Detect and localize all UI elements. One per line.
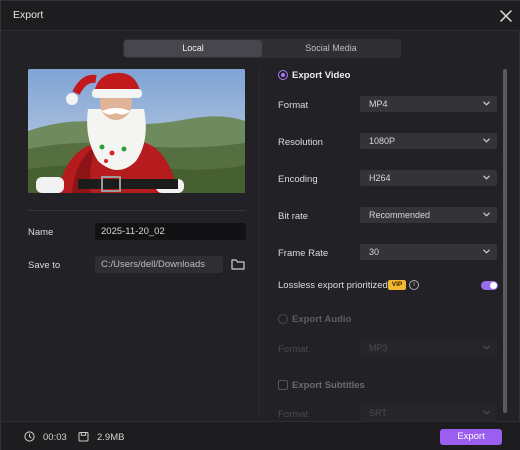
export-subtitles-checkbox[interactable] xyxy=(278,380,288,390)
export-subtitles-title: Export Subtitles xyxy=(292,380,365,391)
save-to-label: Save to xyxy=(28,260,61,271)
scrollbar-thumb[interactable] xyxy=(503,69,507,413)
export-video-title: Export Video xyxy=(292,70,351,81)
audio-format-value: MP3 xyxy=(369,343,388,353)
tab-social-media[interactable]: Social Media xyxy=(262,40,400,57)
subtitles-format-label: Format xyxy=(278,409,309,420)
file-size-icon xyxy=(78,431,89,442)
tab-local[interactable]: Local xyxy=(124,40,262,57)
format-value: MP4 xyxy=(369,99,388,109)
column-divider xyxy=(259,69,260,417)
encoding-select[interactable]: H264 xyxy=(360,170,497,186)
clock-icon xyxy=(24,431,35,442)
frame-rate-select[interactable]: 30 xyxy=(360,244,497,260)
close-icon[interactable] xyxy=(497,7,515,25)
chevron-down-icon xyxy=(483,410,490,415)
save-path-field[interactable]: C:/Users/dell/Downloads xyxy=(95,256,223,273)
export-tabs: Local Social Media xyxy=(123,39,401,58)
frame-rate-label: Frame Rate xyxy=(278,248,329,259)
encoding-label: Encoding xyxy=(278,174,318,185)
format-select[interactable]: MP4 xyxy=(360,96,497,112)
name-label: Name xyxy=(28,227,54,238)
export-audio-radio[interactable] xyxy=(278,314,288,324)
chevron-down-icon xyxy=(483,101,490,106)
chevron-down-icon xyxy=(483,212,490,217)
resolution-label: Resolution xyxy=(278,137,323,148)
title-bar: Export xyxy=(1,1,520,31)
duration-text: 00:03 xyxy=(43,432,67,443)
name-field[interactable]: 2025-11-20_02 xyxy=(95,223,246,240)
divider xyxy=(28,210,246,211)
bit-rate-value: Recommended xyxy=(369,210,431,220)
audio-format-label: Format xyxy=(278,344,309,355)
audio-format-select[interactable]: MP3 xyxy=(360,340,497,356)
footer-bar: 00:03 2.9MB Export xyxy=(1,421,520,450)
export-video-radio[interactable] xyxy=(278,70,288,80)
subtitles-format-value: SRT xyxy=(369,408,387,418)
export-button[interactable]: Export xyxy=(440,429,502,445)
export-dialog: Export Local Social Media Name 2025-11-2… xyxy=(0,0,520,450)
vip-badge: VIP xyxy=(388,280,406,290)
settings-scrollbar[interactable] xyxy=(502,69,508,419)
chevron-down-icon xyxy=(483,175,490,180)
bit-rate-label: Bit rate xyxy=(278,211,309,222)
lossless-toggle[interactable] xyxy=(481,281,498,290)
info-icon[interactable]: i xyxy=(409,280,419,290)
subtitles-format-select[interactable]: SRT xyxy=(360,405,497,421)
bit-rate-select[interactable]: Recommended xyxy=(360,207,497,223)
export-audio-title: Export Audio xyxy=(292,314,352,325)
frame-rate-value: 30 xyxy=(369,247,380,257)
video-preview xyxy=(28,69,245,193)
encoding-value: H264 xyxy=(369,173,391,183)
lossless-label: Lossless export prioritized xyxy=(278,280,388,291)
chevron-down-icon xyxy=(483,138,490,143)
resolution-select[interactable]: 1080P xyxy=(360,133,497,149)
folder-icon[interactable] xyxy=(231,258,245,271)
format-label: Format xyxy=(278,100,309,111)
file-size-text: 2.9MB xyxy=(97,432,125,443)
preview-image xyxy=(28,69,245,193)
dialog-title: Export xyxy=(13,9,44,21)
resolution-value: 1080P xyxy=(369,136,396,146)
chevron-down-icon xyxy=(483,345,490,350)
chevron-down-icon xyxy=(483,249,490,254)
